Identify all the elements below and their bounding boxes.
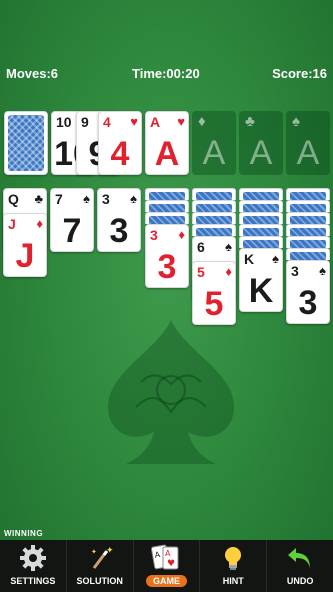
card-suit: ♦ [178, 227, 185, 242]
card-rank-large: 3 [109, 212, 129, 250]
hint-button[interactable]: HINT [200, 540, 268, 592]
svg-text:✦: ✦ [106, 546, 114, 556]
face-down-card [286, 248, 330, 260]
spade-emblem-icon [108, 320, 234, 464]
face-down-card [192, 212, 236, 224]
card-suit: ♥ [130, 114, 138, 129]
face-down-card [239, 212, 283, 224]
card-rank-large: J [15, 237, 35, 275]
card-suit: ♠ [319, 263, 326, 278]
face-down-card [239, 200, 283, 212]
undo-label: UNDO [286, 576, 314, 586]
score-counter: Score:16 [272, 66, 327, 81]
card-rank: A [150, 114, 161, 130]
face-down-card [192, 200, 236, 212]
card-rank-large: K [248, 272, 274, 310]
tableau-card[interactable]: J ♦ J [3, 213, 47, 277]
card-rank-large: 3 [298, 284, 318, 322]
gear-icon [19, 545, 46, 571]
foundation-card[interactable]: A ♥ A [145, 111, 189, 175]
card-suit: ♣ [34, 191, 43, 206]
stock-pile[interactable] [4, 111, 48, 175]
game-button[interactable]: A A ♥ GAME [134, 540, 201, 592]
face-down-card [286, 224, 330, 236]
moves-counter: Moves:6 [6, 66, 59, 81]
foundation-slot[interactable]: ♣ A [239, 111, 283, 175]
face-down-card [145, 188, 189, 200]
card-suit: ♥ [177, 114, 185, 129]
card-rank: J [8, 216, 16, 232]
face-down-card [192, 224, 236, 236]
magic-wand-icon: ✦ ✦ [91, 546, 114, 569]
card-rank: 6 [197, 239, 205, 255]
waste-card[interactable]: 4 ♥ 4 [98, 111, 142, 175]
foundation-suit-icon: ♣ [245, 113, 255, 130]
card-rank-large: 5 [204, 285, 224, 323]
face-down-card [286, 212, 330, 224]
card-rank-large: 4 [110, 135, 130, 173]
card-rank: 3 [102, 191, 110, 207]
face-down-card [239, 224, 283, 236]
face-down-card [286, 200, 330, 212]
cards-icon: A A ♥ [151, 544, 179, 570]
winning-label: WINNING [4, 529, 44, 538]
settings-label: SETTINGS [10, 576, 56, 586]
tableau-card[interactable]: K ♠ K [239, 248, 283, 312]
tableau-card[interactable]: 5 ♦ 5 [192, 261, 236, 325]
face-down-card [145, 212, 189, 224]
face-down-card [239, 188, 283, 200]
card-rank: K [244, 251, 255, 267]
card-rank: 7 [55, 191, 63, 207]
svg-text:✦: ✦ [91, 548, 97, 556]
card-suit: ♦ [225, 264, 232, 279]
card-rank: 4 [103, 114, 111, 130]
face-down-card [286, 236, 330, 248]
foundation-slot[interactable]: ♠ A [286, 111, 330, 175]
undo-arrow-icon [288, 548, 311, 568]
solution-button[interactable]: ✦ ✦ SOLUTION [67, 540, 134, 592]
hint-label: HINT [222, 576, 244, 586]
card-rank-large: 7 [62, 212, 82, 250]
card-suit: ♠ [225, 239, 232, 254]
tableau-card[interactable]: 7 ♠ 7 [50, 188, 94, 252]
game-label: GAME [145, 575, 188, 587]
card-suit: ♠ [83, 191, 90, 206]
card-rank-large: A [154, 135, 180, 173]
solution-label: SOLUTION [76, 576, 123, 586]
card-rank: 3 [150, 227, 158, 243]
svg-text:A: A [165, 549, 171, 558]
face-down-card [239, 236, 283, 248]
card-rank: 5 [197, 264, 205, 280]
card-rank: 3 [291, 263, 299, 279]
tableau-card[interactable]: 3 ♦ 3 [145, 224, 189, 288]
face-down-card [286, 188, 330, 200]
card-suit: ♠ [272, 251, 279, 266]
settings-button[interactable]: SETTINGS [0, 540, 67, 592]
tableau-card[interactable]: 3 ♠ 3 [286, 260, 330, 324]
card-suit: ♦ [36, 216, 43, 231]
foundation-rank: A [296, 134, 320, 172]
card-rank: 9 [81, 114, 89, 130]
card-rank-large: 3 [157, 248, 177, 286]
tableau-card[interactable]: 3 ♠ 3 [97, 188, 141, 252]
foundation-rank: A [202, 134, 226, 172]
card-suit: ♠ [130, 191, 137, 206]
foundation-suit-icon: ♠ [292, 113, 300, 130]
foundation-suit-icon: ♦ [198, 113, 206, 130]
card-rank: Q [8, 191, 19, 207]
card-rank: 10 [56, 114, 72, 130]
bottom-toolbar: SETTINGS ✦ ✦ SOLUTION A A ♥ GAME HINT UN… [0, 540, 333, 592]
face-down-card [192, 188, 236, 200]
foundation-rank: A [249, 134, 273, 172]
lightbulb-icon [225, 547, 242, 570]
timer: Time:00:20 [132, 66, 200, 81]
svg-text:♥: ♥ [167, 559, 175, 569]
undo-button[interactable]: UNDO [267, 540, 333, 592]
foundation-slot[interactable]: ♦ A [192, 111, 236, 175]
status-bar-area [0, 0, 333, 58]
face-down-card [145, 200, 189, 212]
